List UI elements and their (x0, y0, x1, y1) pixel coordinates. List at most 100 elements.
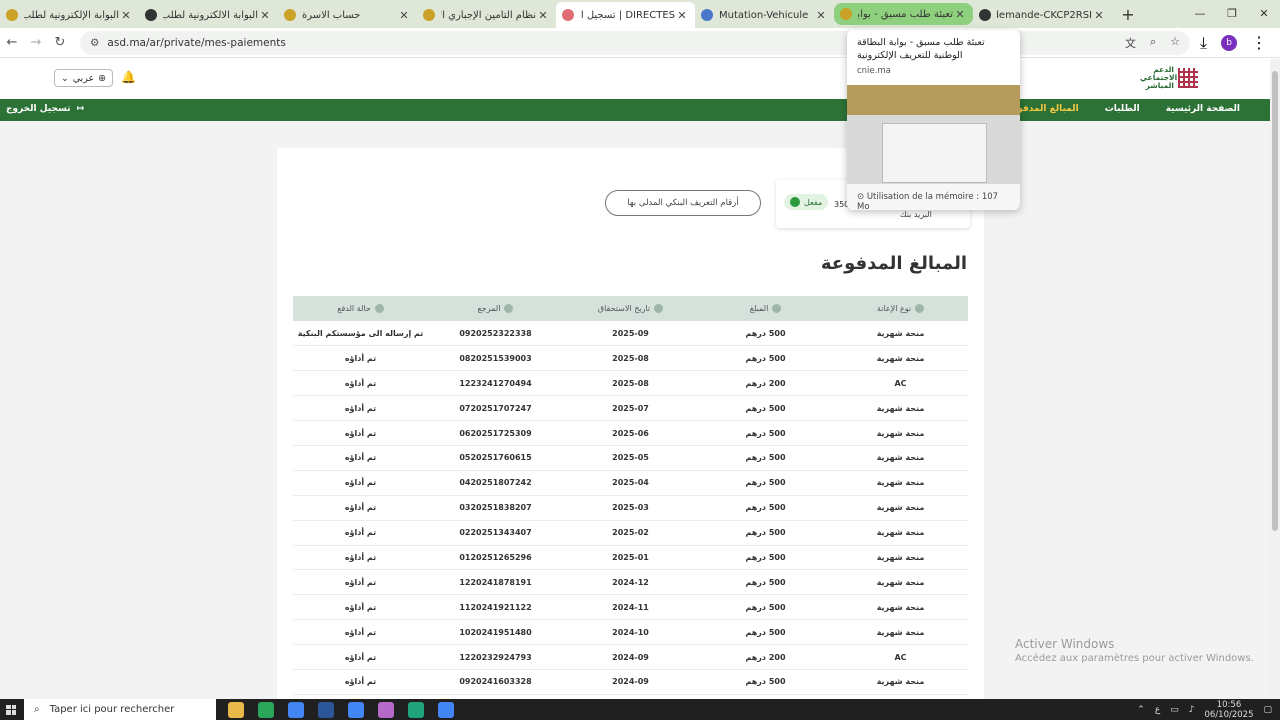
network-icon[interactable]: ▭ (1170, 705, 1179, 715)
column-header[interactable]: المبلغ (698, 296, 833, 321)
taskbar-app-icon[interactable] (438, 701, 454, 718)
taskbar-app-icon[interactable] (348, 701, 364, 718)
menu-icon[interactable]: ⋮ (1251, 33, 1267, 52)
browser-tab[interactable]: DIRECTES | تسجيل الدخول✕ (556, 2, 695, 28)
nav-items: الصفحة الرئيسية الطلبات المبالغ المدفوعة (1006, 104, 1240, 114)
tab-favicon-icon (979, 9, 991, 21)
restore-icon[interactable]: ❐ (1216, 0, 1248, 28)
table-cell: 2024-09 (563, 669, 698, 695)
notification-center-icon[interactable]: ▢ (1263, 705, 1272, 715)
column-header[interactable]: حالة الدفع (293, 296, 428, 321)
table-cell: منحة شهرية (833, 569, 968, 596)
taskbar-app-icon[interactable] (378, 701, 394, 718)
taskbar-search-placeholder: Taper ici pour rechercher (49, 704, 175, 715)
tab-close-icon[interactable]: ✕ (814, 9, 828, 22)
tab-close-icon[interactable]: ✕ (675, 9, 689, 22)
taskbar-app-icon[interactable] (408, 701, 424, 718)
clock-time: 10:56 (1216, 699, 1242, 710)
browser-tab-strip: البوابة الإلكترونية لطلب منة✕البوابة الا… (0, 0, 1280, 28)
tab-close-icon[interactable]: ✕ (953, 8, 967, 21)
tray-lang[interactable]: ع (1155, 705, 1160, 715)
tray-chevron-icon[interactable]: ⌃ (1137, 705, 1145, 715)
table-cell: 0720251707247 (428, 395, 563, 422)
browser-tab[interactable]: Mutation-Vehicule ✕ (695, 2, 834, 28)
table-row: منحة شهرية 500 درهم 2025-04 0420251807242 تم… (293, 470, 968, 496)
notification-bell-icon[interactable]: 🔔 (121, 70, 136, 84)
address-bar[interactable]: ⚙ asd.ma/ar/private/mes-paiements 文 ⌕ ☆ (80, 30, 1190, 55)
windows-start-icon[interactable] (2, 701, 20, 719)
nav-item[interactable]: الطلبات (1105, 104, 1140, 114)
clock[interactable]: 10:56 06/10/2025 (1204, 700, 1253, 720)
browser-tab[interactable]: حساب الاسرة ✕ (278, 2, 417, 28)
tab-close-icon[interactable]: ✕ (119, 9, 133, 22)
table-cell: 2025-04 (563, 470, 698, 496)
tab-close-icon[interactable]: ✕ (397, 9, 411, 22)
tab-favicon-icon (284, 9, 296, 21)
bookmark-star-icon[interactable]: ☆ (1170, 35, 1180, 51)
browser-tab[interactable]: البوابة الإلكترونية لطلب منة✕ (0, 2, 139, 28)
table-cell: 500 درهم (698, 470, 833, 496)
taskbar-app-icon[interactable] (288, 701, 304, 718)
minimize-icon[interactable]: — (1184, 0, 1216, 28)
back-icon[interactable]: ← (0, 35, 24, 50)
table-cell: 500 درهم (698, 619, 833, 646)
search-icon: ⌕ (34, 704, 40, 715)
scrollbar-thumb[interactable] (1272, 71, 1278, 531)
tab-close-icon[interactable]: ✕ (1092, 9, 1106, 22)
table-cell: تم أداؤه (293, 569, 428, 596)
profile-avatar[interactable]: b (1221, 34, 1238, 51)
tab-close-icon[interactable]: ✕ (258, 9, 272, 22)
browser-tab[interactable]: pré-demande-CKCP2RSI✕ (973, 2, 1112, 28)
taskbar-app-icon[interactable] (258, 701, 274, 718)
site-info-icon[interactable]: ⚙ (90, 37, 99, 49)
check-icon (790, 197, 800, 207)
reload-icon[interactable]: ↻ (48, 35, 72, 50)
table-cell: 500 درهم (698, 495, 833, 521)
table-row: منحة شهرية 500 درهم 2024-09 0920241603328 تم… (293, 669, 968, 695)
column-header[interactable]: المرجع (428, 296, 563, 321)
browser-tab[interactable]: تعبئة طلب مسبق - بوابة ال✕ (834, 3, 973, 25)
language-selector[interactable]: ⌄ عربي ⊕ (54, 69, 113, 87)
forward-icon[interactable]: → (24, 35, 48, 50)
taskbar-app-icon[interactable] (318, 701, 334, 718)
table-cell: 500 درهم (698, 520, 833, 546)
table-cell: AC (833, 644, 968, 670)
column-header-label: نوع الإعانة (876, 304, 912, 313)
tab-title: Mutation-Vehicule (719, 9, 809, 21)
table-row: منحة شهرية 500 درهم 2025-08 0820251539003 تم… (293, 345, 968, 372)
taskbar-app-icon[interactable] (228, 701, 244, 718)
new-tab-button[interactable]: + (1116, 5, 1140, 24)
tab-close-icon[interactable]: ✕ (536, 9, 550, 22)
table-cell: 2025-08 (563, 345, 698, 372)
column-header[interactable]: نوع الإعانة (833, 296, 968, 321)
table-cell: منحة شهرية (833, 395, 968, 422)
table-cell: 500 درهم (698, 345, 833, 372)
download-icon[interactable]: ⤓ (1200, 33, 1207, 53)
browser-tab[interactable]: نظام التأمين الإجباري الأساه✕ (417, 2, 556, 28)
volume-icon[interactable]: ♪ (1189, 705, 1195, 715)
column-header[interactable]: تاريخ الاستحقاق (563, 296, 698, 321)
table-row: منحة شهرية 500 درهم 2025-07 0720251707247 تم… (293, 395, 968, 422)
taskbar-search[interactable]: ⌕ Taper ici pour rechercher (24, 699, 216, 720)
close-window-icon[interactable]: ✕ (1248, 0, 1280, 28)
table-cell: منحة شهرية (833, 321, 968, 347)
table-cell: 1020241951480 (428, 619, 563, 646)
table-row: منحة شهرية 500 درهم 2024-11 1120241921122 تم… (293, 594, 968, 621)
browser-tab[interactable]: البوابة الالكترونية لطلب البـ✕ (139, 2, 278, 28)
table-cell: تم أداؤه (293, 619, 428, 646)
translate-icon[interactable]: 文 (1125, 35, 1136, 51)
table-cell: 2025-06 (563, 420, 698, 446)
site-logo[interactable]: الدعم الاجتماعي المباشر (1140, 66, 1198, 90)
table-cell: 0220251343407 (428, 520, 563, 546)
tab-favicon-icon (562, 9, 574, 21)
logout-link[interactable]: تسجيل الخروج ↦ (6, 104, 84, 114)
logout-icon: ↦ (73, 104, 85, 114)
table-cell: منحة شهرية (833, 520, 968, 546)
table-cell: منحة شهرية (833, 470, 968, 496)
payments-table: نوع الإعانة المبلغ تاريخ الاستحقاق المرجع حا… (293, 296, 968, 695)
nav-item[interactable]: الصفحة الرئيسية (1166, 104, 1240, 114)
zoom-icon[interactable]: ⌕ (1150, 35, 1156, 51)
page-scrollbar[interactable] (1270, 59, 1280, 699)
rib-list-button[interactable]: أرقام التعريف البنكي المدلى بها (605, 190, 761, 216)
table-row: AC 200 درهم 2025-08 1223241270494 تم أداؤه (293, 370, 968, 397)
